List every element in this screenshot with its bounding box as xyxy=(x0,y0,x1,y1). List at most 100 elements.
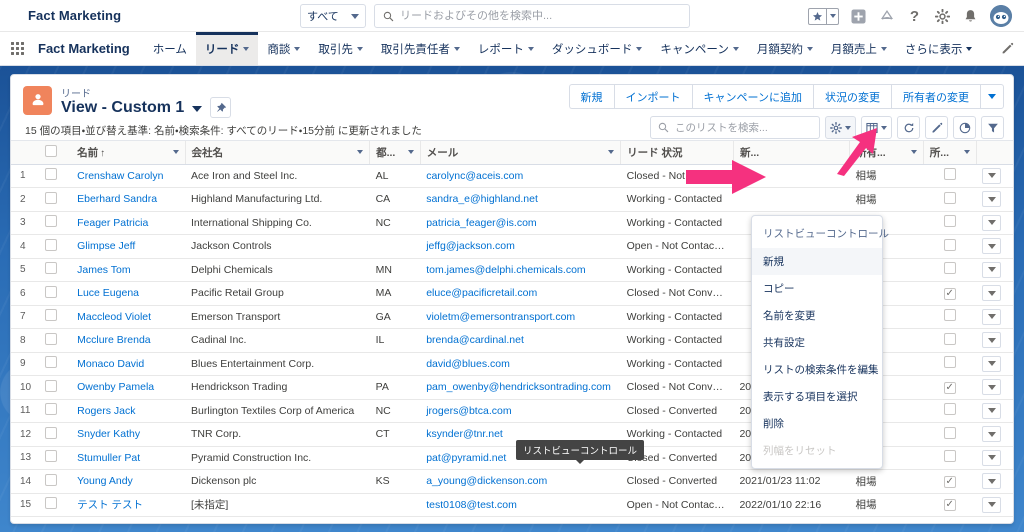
row-actions-menu-button[interactable] xyxy=(982,168,1001,184)
row-select-cell[interactable] xyxy=(39,423,71,447)
nav-item-campaigns[interactable]: キャンペーン xyxy=(651,32,747,65)
change-owner-button[interactable]: 所有者の変更 xyxy=(891,84,980,109)
owner-flag-checkbox[interactable] xyxy=(944,262,956,274)
cell-name[interactable]: Maccleod Violet xyxy=(71,305,185,329)
cell-row-actions[interactable] xyxy=(976,258,1013,282)
row-select-cell[interactable] xyxy=(39,493,71,517)
cell-email[interactable]: jeffg@jackson.com xyxy=(420,235,620,259)
nav-item-dashboards[interactable]: ダッシュボード xyxy=(543,32,652,65)
cell-owner-flag[interactable] xyxy=(923,493,976,517)
email-link[interactable]: violetm@emersontransport.com xyxy=(426,311,575,323)
cell-row-actions[interactable] xyxy=(976,470,1013,494)
cell-owner-flag[interactable] xyxy=(923,164,976,188)
row-actions-menu-button[interactable] xyxy=(982,356,1001,372)
row-select-cell[interactable] xyxy=(39,258,71,282)
chevron-down-icon[interactable] xyxy=(357,47,363,51)
list-view-controls-gear-icon[interactable] xyxy=(825,116,856,139)
row-select-cell[interactable] xyxy=(39,329,71,353)
row-select-checkbox[interactable] xyxy=(45,450,57,462)
lead-name-link[interactable]: Stumuller Pat xyxy=(77,452,140,464)
table-row[interactable]: 1Crenshaw CarolynAce Iron and Steel Inc.… xyxy=(11,164,1013,188)
row-actions-menu-button[interactable] xyxy=(982,403,1001,419)
row-select-checkbox[interactable] xyxy=(45,286,57,298)
cell-name[interactable]: James Tom xyxy=(71,258,185,282)
cell-email[interactable]: brenda@cardinal.net xyxy=(420,329,620,353)
cell-name[interactable]: Crenshaw Carolyn xyxy=(71,164,185,188)
chevron-down-icon[interactable] xyxy=(294,47,300,51)
owner-flag-checkbox[interactable] xyxy=(944,382,956,394)
lead-name-link[interactable]: Snyder Kathy xyxy=(77,428,140,440)
cell-row-actions[interactable] xyxy=(976,399,1013,423)
menu-item-clone[interactable]: コピー xyxy=(752,275,882,302)
column-header-name[interactable]: 名前↑ xyxy=(71,141,185,164)
row-actions-menu-button[interactable] xyxy=(982,426,1001,442)
email-link[interactable]: ksynder@tnr.net xyxy=(426,428,503,440)
row-select-cell[interactable] xyxy=(39,470,71,494)
row-actions-menu-button[interactable] xyxy=(982,191,1001,207)
row-select-cell[interactable] xyxy=(39,446,71,470)
lead-name-link[interactable]: Crenshaw Carolyn xyxy=(77,170,163,182)
nav-item-monthly-revenue[interactable]: 月額売上 xyxy=(822,32,896,65)
chevron-down-icon[interactable] xyxy=(454,47,460,51)
edit-navigation-pencil-icon[interactable] xyxy=(990,32,1024,65)
chevron-down-icon[interactable] xyxy=(528,47,534,51)
lead-name-link[interactable]: Owenby Pamela xyxy=(77,381,154,393)
owner-flag-checkbox[interactable] xyxy=(944,333,956,345)
lead-name-link[interactable]: James Tom xyxy=(77,264,131,276)
cell-name[interactable]: Stumuller Pat xyxy=(71,446,185,470)
owner-flag-checkbox[interactable] xyxy=(944,499,956,511)
search-scope-select[interactable]: すべて xyxy=(300,4,366,28)
cell-row-actions[interactable] xyxy=(976,164,1013,188)
menu-item-rename[interactable]: 名前を変更 xyxy=(752,302,882,329)
owner-flag-checkbox[interactable] xyxy=(944,309,956,321)
cell-name[interactable]: Snyder Kathy xyxy=(71,423,185,447)
cell-email[interactable]: a_young@dickenson.com xyxy=(420,470,620,494)
setup-gear-icon[interactable] xyxy=(934,8,951,25)
import-button[interactable]: インポート xyxy=(614,84,692,109)
select-all-checkbox[interactable] xyxy=(45,145,57,157)
row-select-checkbox[interactable] xyxy=(45,168,57,180)
row-actions-menu-button[interactable] xyxy=(982,332,1001,348)
pin-list-view-button[interactable] xyxy=(210,97,231,118)
row-actions-menu-button[interactable] xyxy=(982,379,1001,395)
favorites-dropdown-icon[interactable] xyxy=(826,9,838,24)
menu-item-delete[interactable]: 削除 xyxy=(752,410,882,437)
cell-row-actions[interactable] xyxy=(976,493,1013,517)
cell-owner-flag[interactable] xyxy=(923,470,976,494)
cell-name[interactable]: Eberhard Sandra xyxy=(71,188,185,212)
row-select-cell[interactable] xyxy=(39,376,71,400)
nav-item-home[interactable]: ホーム xyxy=(144,32,196,65)
email-link[interactable]: patricia_feager@is.com xyxy=(426,217,536,229)
cell-name[interactable]: Owenby Pamela xyxy=(71,376,185,400)
row-select-checkbox[interactable] xyxy=(45,380,57,392)
email-link[interactable]: a_young@dickenson.com xyxy=(426,475,547,487)
row-select-cell[interactable] xyxy=(39,235,71,259)
row-select-checkbox[interactable] xyxy=(45,333,57,345)
row-select-checkbox[interactable] xyxy=(45,427,57,439)
global-search-input[interactable] xyxy=(400,10,681,22)
row-select-checkbox[interactable] xyxy=(45,309,57,321)
chevron-down-icon[interactable] xyxy=(881,47,887,51)
chevron-down-icon[interactable] xyxy=(807,47,813,51)
refresh-icon[interactable] xyxy=(897,116,920,139)
cell-owner-flag[interactable] xyxy=(923,352,976,376)
chevron-down-icon[interactable] xyxy=(243,47,249,51)
owner-flag-checkbox[interactable] xyxy=(944,168,956,180)
lead-name-link[interactable]: Rogers Jack xyxy=(77,405,135,417)
row-actions-menu-button[interactable] xyxy=(982,497,1001,513)
email-link[interactable]: david@blues.com xyxy=(426,358,510,370)
cell-name[interactable]: Rogers Jack xyxy=(71,399,185,423)
chevron-down-icon[interactable] xyxy=(173,150,179,154)
favorites-button-group[interactable] xyxy=(808,8,839,25)
cell-name[interactable]: Young Andy xyxy=(71,470,185,494)
column-header-company[interactable]: 会社名 xyxy=(185,141,370,164)
owner-flag-checkbox[interactable] xyxy=(944,215,956,227)
lead-name-link[interactable]: Glimpse Jeff xyxy=(77,240,135,252)
row-select-checkbox[interactable] xyxy=(45,356,57,368)
app-launcher-icon[interactable] xyxy=(0,32,34,65)
column-header-lead-status[interactable]: リード 状況 xyxy=(621,141,734,164)
column-header-owner-flag[interactable]: 所... xyxy=(923,141,976,164)
cell-name[interactable]: Luce Eugena xyxy=(71,282,185,306)
new-button[interactable]: 新規 xyxy=(569,84,614,109)
menu-item-edit-list-filters[interactable]: リストの検索条件を編集 xyxy=(752,356,882,383)
